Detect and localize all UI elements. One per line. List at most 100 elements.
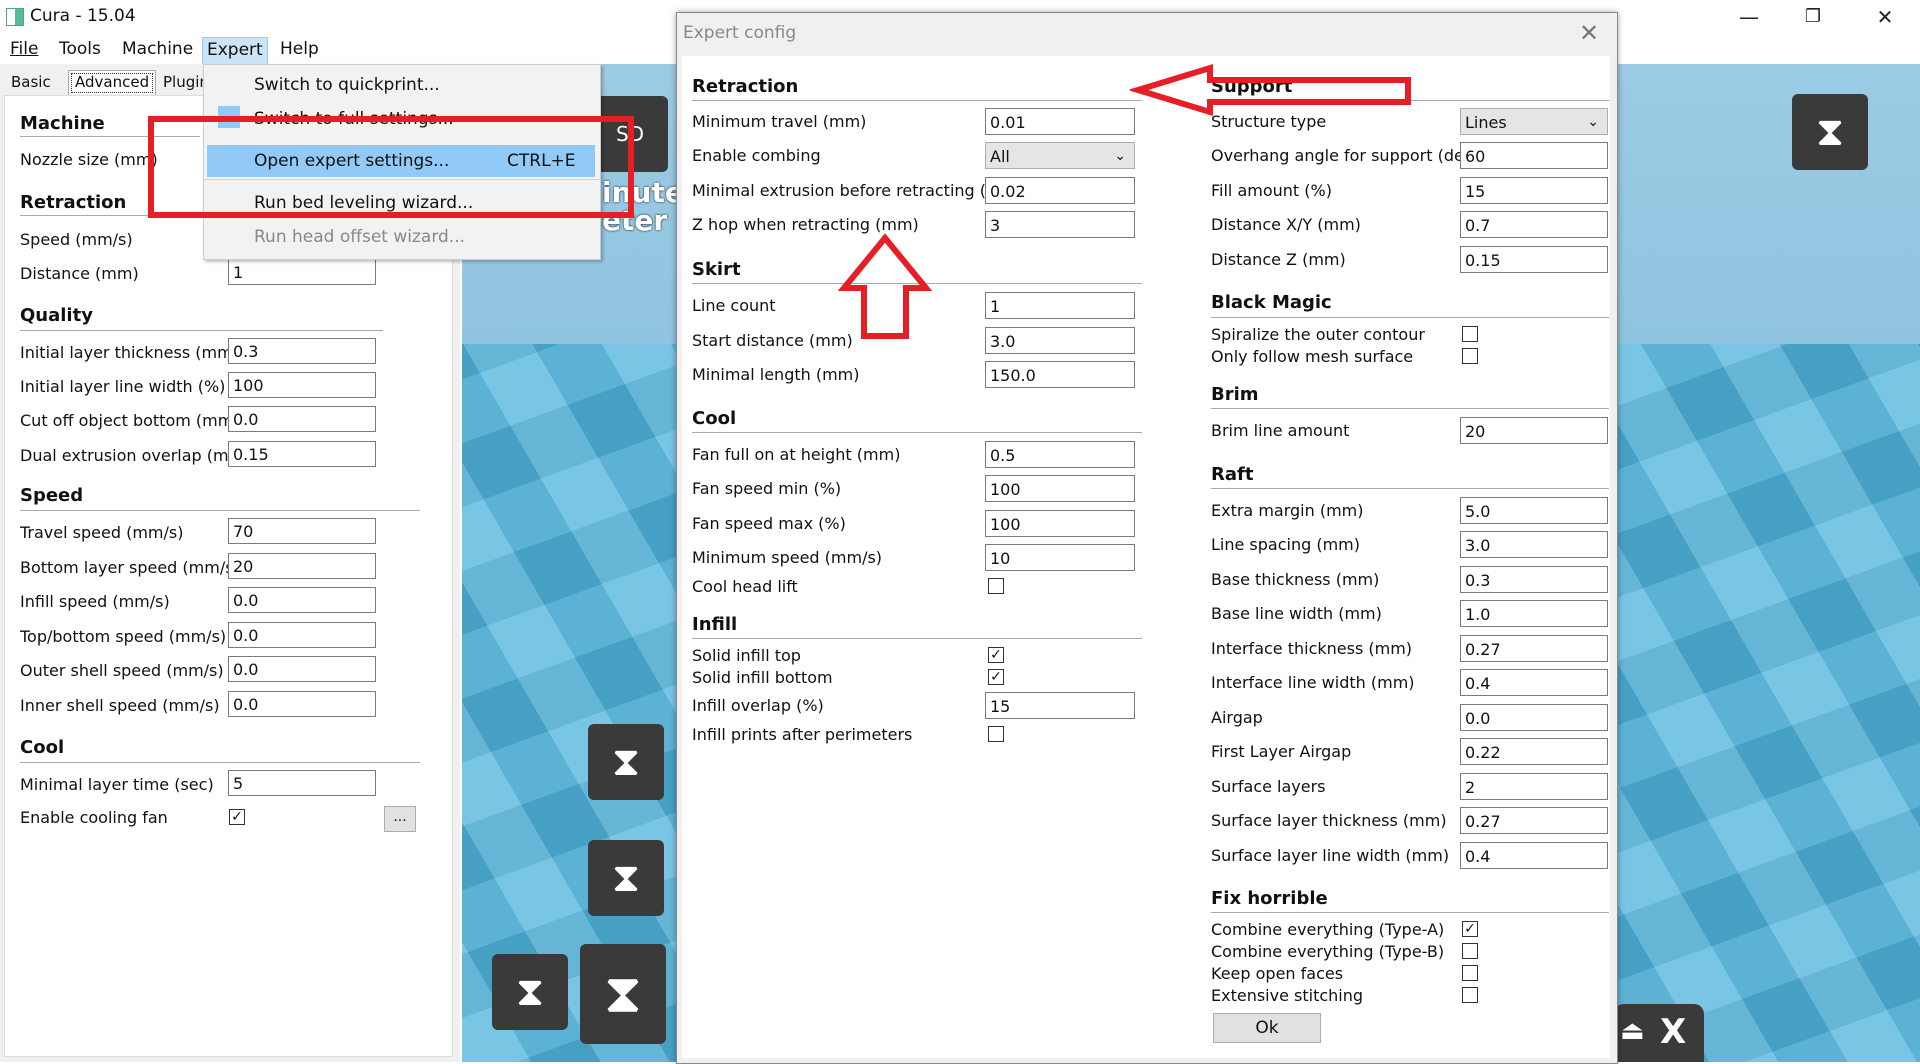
raft-input[interactable]: 1.0 <box>1460 600 1608 627</box>
raft-input[interactable]: 0.22 <box>1460 738 1608 765</box>
combing-select[interactable]: All ⌄ <box>985 142 1135 169</box>
menu-file[interactable]: File <box>6 39 42 59</box>
skirt-input[interactable]: 3.0 <box>985 327 1135 354</box>
menu-help[interactable]: Help <box>276 39 323 59</box>
spiralize-checkbox[interactable] <box>1462 326 1478 342</box>
section-divider <box>1211 317 1609 318</box>
close-button[interactable]: ✕ <box>1856 0 1914 34</box>
view-mode-icon: ⧗ <box>1815 109 1845 155</box>
min-extrusion-input[interactable]: 0.02 <box>985 177 1135 204</box>
restore-button[interactable]: ❐ <box>1784 0 1842 34</box>
speed-input[interactable]: 20 <box>228 553 376 579</box>
section-divider <box>692 432 1142 433</box>
solid-infill-bottom-checkbox[interactable]: ✓ <box>988 669 1004 685</box>
speed-input[interactable]: 0.0 <box>228 587 376 613</box>
quality-input[interactable]: 0.15 <box>228 441 376 467</box>
support-input[interactable]: 15 <box>1460 177 1608 204</box>
solid-infill-top-checkbox[interactable]: ✓ <box>988 647 1004 663</box>
speed-input[interactable]: 70 <box>228 518 376 544</box>
raft-label: First Layer Airgap <box>1211 742 1352 761</box>
cool-head-lift-checkbox[interactable] <box>988 578 1004 594</box>
section-title-speed: Speed <box>20 485 84 506</box>
cool-input[interactable]: 100 <box>985 510 1135 537</box>
skirt-input[interactable]: 150.0 <box>985 361 1135 388</box>
raft-input[interactable]: 0.4 <box>1460 669 1608 696</box>
menu-tools[interactable]: Tools <box>55 39 105 59</box>
support-input[interactable]: 0.7 <box>1460 211 1608 238</box>
section-title-cool: Cool <box>692 408 737 429</box>
skirt-input[interactable]: 1 <box>985 292 1135 319</box>
raft-input[interactable]: 0.27 <box>1460 807 1608 834</box>
extensive-stitching-checkbox[interactable] <box>1462 987 1478 1003</box>
speed-input[interactable]: 0.0 <box>228 656 376 682</box>
spiralize-label: Spiralize the outer contour <box>1211 325 1425 344</box>
support-input[interactable]: 0.15 <box>1460 246 1608 273</box>
raft-label: Interface line width (mm) <box>1211 673 1415 692</box>
cooling-fan-label: Enable cooling fan <box>20 808 168 827</box>
platform-tool-button[interactable]: ⏏ X <box>1614 1004 1704 1062</box>
dialog-close-button[interactable]: ✕ <box>1579 19 1599 47</box>
z-hop-input[interactable]: 3 <box>985 211 1135 238</box>
quality-label: Initial layer line width (%) <box>20 377 226 396</box>
raft-input[interactable]: 0.4 <box>1460 842 1608 869</box>
support-input[interactable]: 60 <box>1460 142 1608 169</box>
min-travel-input[interactable]: 0.01 <box>985 108 1135 135</box>
quality-input[interactable]: 0.3 <box>228 338 376 364</box>
raft-input[interactable]: 5.0 <box>1460 497 1608 524</box>
speed-label: Bottom layer speed (mm/s) <box>20 558 240 577</box>
infill-after-perimeters-checkbox[interactable] <box>988 726 1004 742</box>
quality-input[interactable]: 0.0 <box>228 406 376 432</box>
cool-label: Fan full on at height (mm) <box>692 445 901 464</box>
raft-label: Base line width (mm) <box>1211 604 1382 623</box>
infill-overlap-input[interactable]: 15 <box>985 692 1135 719</box>
expert-config-dialog: Expert config ✕ Retraction Minimum trave… <box>676 12 1618 1064</box>
keep-open-faces-checkbox[interactable] <box>1462 965 1478 981</box>
cool-input[interactable]: 10 <box>985 544 1135 571</box>
chevron-down-icon: ⌄ <box>1587 114 1599 130</box>
raft-input[interactable]: 3.0 <box>1460 531 1608 558</box>
quality-input[interactable]: 100 <box>228 372 376 398</box>
fix-horrible-label: Combine everything (Type-B) <box>1211 942 1445 961</box>
mirror-icon: ⧗ <box>611 855 641 901</box>
brim-line-input[interactable]: 20 <box>1460 417 1608 444</box>
minimize-button[interactable]: — <box>1720 0 1778 34</box>
scale-large-button[interactable]: ⧗ <box>580 944 666 1044</box>
ok-button[interactable]: Ok <box>1213 1013 1321 1043</box>
cooling-fan-checkbox[interactable]: ✓ <box>229 809 245 825</box>
min-layer-time-label: Minimal layer time (sec) <box>20 775 214 794</box>
raft-label: Line spacing (mm) <box>1211 535 1361 554</box>
raft-input[interactable]: 0.3 <box>1460 566 1608 593</box>
mirror-tool-button[interactable]: ⧗ <box>588 840 664 916</box>
speed-label: Outer shell speed (mm/s) <box>20 661 224 680</box>
section-title-retraction: Retraction <box>692 76 799 97</box>
solid-infill-top-label: Solid infill top <box>692 646 801 665</box>
section-divider <box>1211 408 1609 409</box>
raft-input[interactable]: 2 <box>1460 773 1608 800</box>
cool-label: Fan speed min (%) <box>692 479 842 498</box>
annotation-left-arrow <box>1130 63 1411 117</box>
cooling-fan-settings-button[interactable]: ... <box>384 806 416 832</box>
speed-input[interactable]: 0.0 <box>228 691 376 717</box>
mesh-surface-checkbox[interactable] <box>1462 348 1478 364</box>
combine-type-a-checkbox[interactable]: ✓ <box>1462 921 1478 937</box>
menu-machine[interactable]: Machine <box>118 39 197 59</box>
tab-basic[interactable]: Basic <box>4 70 58 96</box>
cool-input[interactable]: 100 <box>985 475 1135 502</box>
scale-tool-button[interactable]: ⧗ <box>588 724 664 800</box>
raft-label: Base thickness (mm) <box>1211 570 1380 589</box>
speed-label: Inner shell speed (mm/s) <box>20 696 220 715</box>
raft-input[interactable]: 0.0 <box>1460 704 1608 731</box>
rotate-tool-button[interactable]: ⧗ <box>492 954 568 1030</box>
support-structure-select[interactable]: Lines ⌄ <box>1460 108 1608 135</box>
cool-input[interactable]: 0.5 <box>985 441 1135 468</box>
view-mode-button[interactable]: ⧗ <box>1792 94 1868 170</box>
raft-input[interactable]: 0.27 <box>1460 635 1608 662</box>
tab-advanced[interactable]: Advanced <box>68 70 157 96</box>
menu-item-quickprint[interactable]: Switch to quickprint... <box>254 75 440 95</box>
min-layer-time-input[interactable]: 5 <box>228 770 376 796</box>
speed-input[interactable]: 0.0 <box>228 622 376 648</box>
raft-label: Surface layer thickness (mm) <box>1211 811 1447 830</box>
combine-type-b-checkbox[interactable] <box>1462 943 1478 959</box>
retraction-distance-input[interactable]: 1 <box>228 259 376 285</box>
menu-expert[interactable]: Expert <box>202 37 268 65</box>
